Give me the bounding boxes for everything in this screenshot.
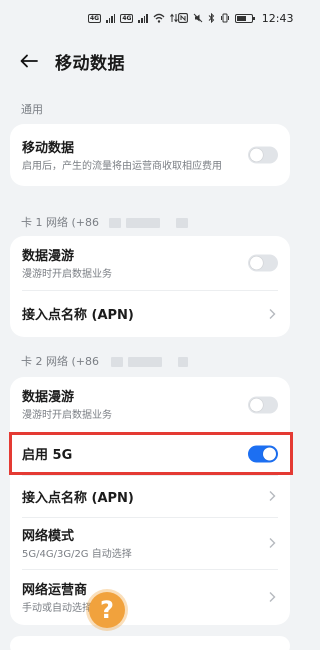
mobile-data-row[interactable]: 移动数据 启用后，产生的流量将由运营商收取相应费用 <box>10 124 290 186</box>
next-card <box>10 636 290 650</box>
page-header: 移动数据 <box>0 42 300 80</box>
sim2-apn-row[interactable]: 接入点名称 (APN) <box>10 475 290 517</box>
section-label-sim1: 卡 1 网络 (+86 <box>21 214 188 230</box>
enable-5g-toggle[interactable] <box>248 445 278 462</box>
chevron-right-icon <box>269 308 276 319</box>
redacted-number <box>108 218 121 228</box>
carrier-subtitle: 手动或自动选择 <box>22 602 92 614</box>
bluetooth-icon <box>208 13 214 23</box>
network-mode-row[interactable]: 网络模式 5G/4G/3G/2G 自动选择 <box>10 517 290 569</box>
clock: 12:43 <box>261 11 294 25</box>
page-title: 移动数据 <box>55 53 125 74</box>
sim1-card: 数据漫游 漫游时开启数据业务 接入点名称 (APN) <box>10 236 290 337</box>
wifi-icon <box>153 13 165 23</box>
sim1-data-roaming-title: 数据漫游 <box>22 248 75 264</box>
enable-5g-row[interactable]: 启用 5G <box>10 432 290 475</box>
vibrate-icon <box>220 13 229 23</box>
network-mode-subtitle: 5G/4G/3G/2G 自动选择 <box>22 548 132 560</box>
status-bar: 4G 4G 12:43 <box>0 0 300 36</box>
sim2-data-roaming-subtitle: 漫游时开启数据业务 <box>22 410 112 421</box>
sim1-data-roaming-row[interactable]: 数据漫游 漫游时开启数据业务 <box>10 236 290 290</box>
back-arrow-icon[interactable] <box>20 52 38 70</box>
carrier-title: 网络运营商 <box>22 582 88 598</box>
network-mode-title: 网络模式 <box>22 528 75 544</box>
status-bar-system: 12:43 <box>177 11 294 25</box>
sim1-data-roaming-toggle[interactable] <box>248 254 278 272</box>
upload-download-icon <box>169 13 178 23</box>
redacted-number <box>126 218 160 228</box>
redacted-number <box>110 357 123 367</box>
redacted-number <box>128 357 162 367</box>
sim2-network-icon: 4G <box>120 13 134 23</box>
chevron-right-icon <box>269 592 276 602</box>
toggle-knob <box>250 148 263 162</box>
chevron-right-icon <box>269 491 276 501</box>
sim1-signal-icon <box>106 13 116 23</box>
toggle-knob <box>250 256 263 270</box>
nfc-icon <box>177 13 188 23</box>
section-label-general: 通用 <box>21 103 43 116</box>
redacted-number <box>175 218 188 228</box>
enable-5g-title: 启用 5G <box>22 448 73 463</box>
sim2-signal-icon <box>138 13 148 23</box>
toggle-knob <box>263 447 276 460</box>
chevron-right-icon <box>269 538 276 548</box>
sim1-section-label: 卡 1 网络 (+86 <box>21 216 99 229</box>
sim2-data-roaming-toggle[interactable] <box>248 396 278 413</box>
section-label-sim2: 卡 2 网络 (+86 <box>21 353 188 369</box>
battery-icon <box>234 13 255 23</box>
sim2-section-label: 卡 2 网络 (+86 <box>21 355 99 368</box>
toggle-knob <box>250 398 263 411</box>
mute-icon <box>193 13 203 23</box>
sim2-data-roaming-row[interactable]: 数据漫游 漫游时开启数据业务 <box>10 377 290 432</box>
mobile-data-toggle[interactable] <box>248 146 278 164</box>
sim2-data-roaming-title: 数据漫游 <box>22 390 75 405</box>
carrier-row[interactable]: 网络运营商 手动或自动选择 <box>10 569 290 625</box>
sim1-apn-row[interactable]: 接入点名称 (APN) <box>10 290 290 337</box>
help-icon: ? <box>89 592 125 628</box>
sim1-apn-title: 接入点名称 (APN) <box>22 308 134 323</box>
redacted-number <box>177 357 188 367</box>
sim2-card: 数据漫游 漫游时开启数据业务 启用 5G 接入点名称 (APN) 网络模式 5G… <box>10 377 290 625</box>
status-bar-signals: 4G 4G <box>88 13 178 23</box>
sim1-network-icon: 4G <box>88 13 101 23</box>
sim2-apn-title: 接入点名称 (APN) <box>22 490 134 506</box>
sim1-data-roaming-subtitle: 漫游时开启数据业务 <box>22 268 112 280</box>
mobile-data-title: 移动数据 <box>22 140 75 156</box>
general-card: 移动数据 启用后，产生的流量将由运营商收取相应费用 <box>10 124 290 186</box>
mobile-data-subtitle: 启用后，产生的流量将由运营商收取相应费用 <box>22 160 222 172</box>
